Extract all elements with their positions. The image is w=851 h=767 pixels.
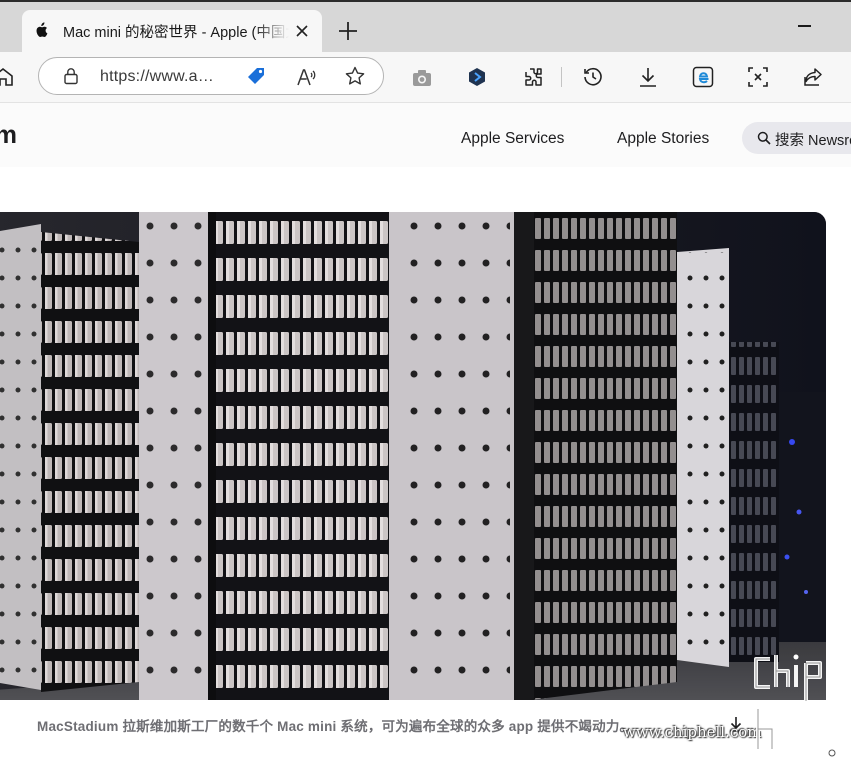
screenshot-camera-icon[interactable]: [411, 67, 433, 89]
nav-apple-stories[interactable]: Apple Stories: [617, 130, 709, 148]
lock-icon[interactable]: [61, 66, 81, 86]
nav-apple-services[interactable]: Apple Services: [461, 130, 564, 148]
hero-image: [0, 212, 826, 700]
tab-strip: Mac mini 的秘密世界 - Apple (中国大陆): [0, 0, 851, 52]
browser-tab[interactable]: Mac mini 的秘密世界 - Apple (中国大陆): [22, 10, 322, 52]
web-page: Newsroom Apple Services Apple Stories 搜索…: [0, 103, 851, 767]
history-icon[interactable]: [582, 66, 604, 88]
chiphell-watermark-logo: [754, 654, 836, 757]
newsroom-nav: Newsroom Apple Services Apple Stories 搜索…: [0, 103, 851, 167]
downloads-icon[interactable]: [637, 66, 659, 88]
web-capture-icon[interactable]: [747, 66, 769, 88]
window-top-edge: [0, 0, 851, 2]
search-label: 搜索 Newsroom: [775, 133, 851, 149]
share-icon[interactable]: [802, 66, 824, 88]
plus-icon[interactable]: [337, 20, 359, 42]
extension-hexagon-icon[interactable]: [466, 66, 488, 88]
ie-mode-icon[interactable]: [692, 66, 714, 88]
search-icon: [757, 131, 771, 145]
favorite-star-icon[interactable]: [344, 65, 366, 87]
watermark-url: www.chiphell.com: [623, 723, 762, 741]
extensions-puzzle-icon[interactable]: [522, 66, 544, 88]
read-aloud-icon[interactable]: [295, 66, 317, 88]
apple-logo-icon: [36, 22, 48, 37]
server-racks-photo: [0, 212, 826, 700]
tab-title: Mac mini 的秘密世界 - Apple (中国大陆): [63, 25, 289, 41]
newsroom-search[interactable]: 搜索 Newsroom: [742, 122, 851, 154]
toolbar-separator: [561, 67, 562, 87]
newsroom-brand[interactable]: Newsroom: [0, 121, 17, 150]
close-icon[interactable]: [294, 23, 310, 39]
browser-toolbar: https://www.apple.com.cn/newsroom/: [0, 52, 851, 103]
hero-caption: MacStadium 拉斯维加斯工厂的数千个 Mac mini 系统，可为遍布全…: [37, 719, 634, 734]
tag-icon[interactable]: [245, 65, 267, 87]
minimize-button[interactable]: [798, 25, 811, 27]
url-text[interactable]: https://www.apple.com.cn/newsroom/: [100, 68, 222, 86]
address-bar[interactable]: https://www.apple.com.cn/newsroom/: [38, 57, 384, 95]
home-icon[interactable]: [0, 66, 14, 88]
